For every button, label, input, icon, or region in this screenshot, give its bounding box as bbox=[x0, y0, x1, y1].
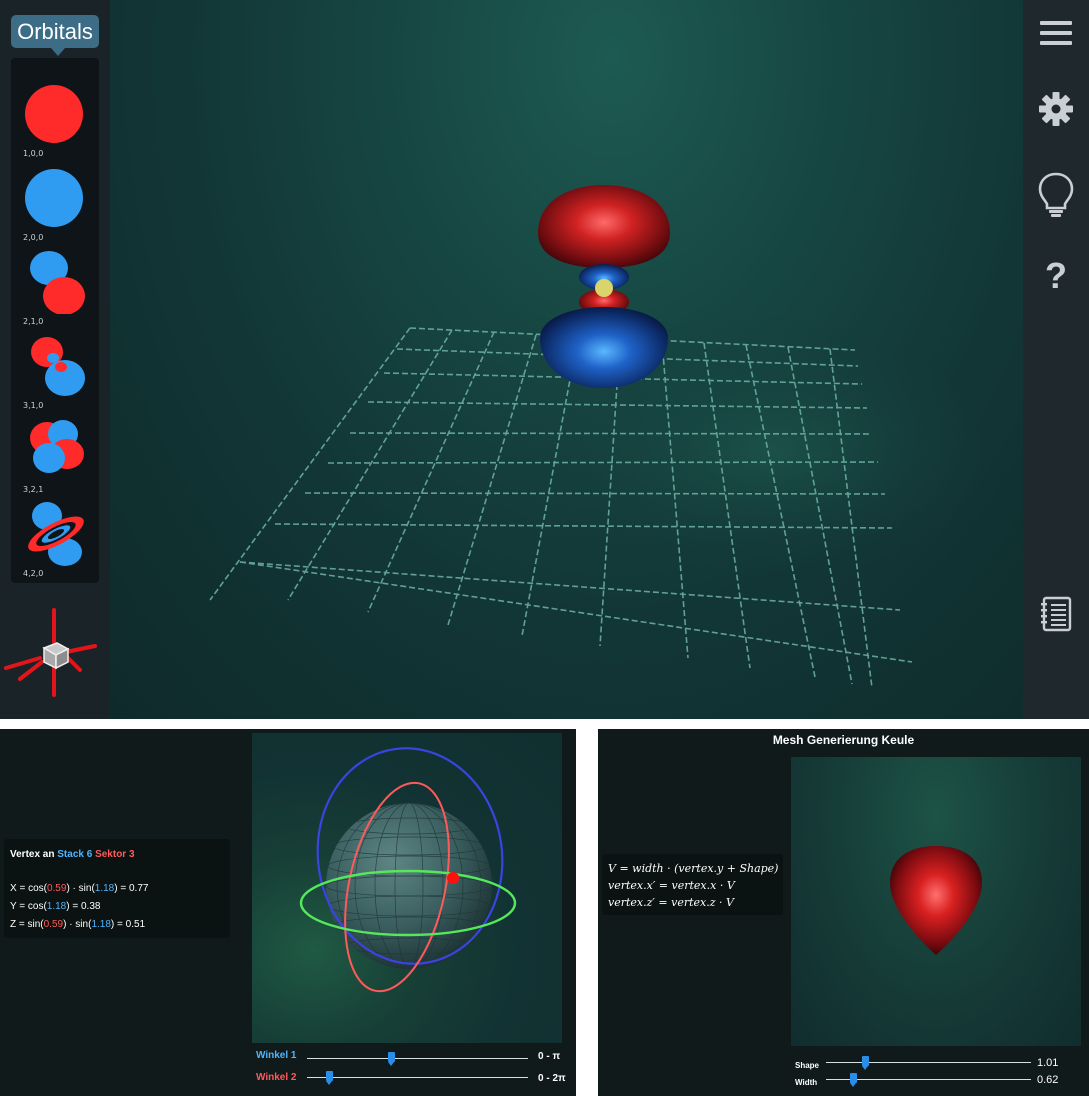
orbital-label: 3,2,1 bbox=[23, 485, 44, 494]
vertex-x-line: X = cos(0.59) · sin(1.18) = 0.77 bbox=[10, 883, 149, 894]
orbital-310-icon bbox=[31, 337, 85, 396]
formula-line: V = width · (vertex.y + Shape) bbox=[608, 862, 779, 875]
menu-button[interactable] bbox=[1036, 14, 1076, 54]
orbital-321-icon bbox=[30, 420, 84, 473]
lightbulb-icon bbox=[1038, 172, 1074, 217]
vertex-z-line: Z = sin(0.59) · sin(1.18) = 0.51 bbox=[10, 919, 146, 930]
winkel1-range: 0 - π bbox=[538, 1051, 561, 1062]
orbital-200-icon bbox=[25, 169, 83, 227]
winkel1-thumb[interactable] bbox=[387, 1052, 395, 1066]
orbital-viewer: Orbitals 1,0,0 2,0,0 2,1,0 3,1,0 3,2,1 4… bbox=[0, 0, 1089, 719]
shape-track[interactable] bbox=[826, 1062, 1031, 1063]
sphere-scene bbox=[299, 747, 517, 993]
winkel2-track[interactable] bbox=[307, 1077, 528, 1078]
winkel2-slider[interactable]: Winkel 2 0 - 2π bbox=[256, 1071, 571, 1088]
panel-title: Mesh Generierung Keule bbox=[772, 733, 915, 747]
orbital-label: 2,1,0 bbox=[23, 317, 44, 326]
winkel1-track[interactable] bbox=[307, 1058, 528, 1059]
vertex-stack: Stack 6 bbox=[57, 849, 93, 860]
orbital-label: 2,0,0 bbox=[23, 233, 44, 242]
width-track[interactable] bbox=[826, 1079, 1031, 1080]
orbital-3d-model bbox=[538, 185, 670, 388]
orbital-item-3-2-1[interactable]: 3,2,1 bbox=[11, 414, 99, 496]
help-icon: ? bbox=[1045, 255, 1067, 296]
orbitals-tab[interactable]: Orbitals bbox=[11, 15, 99, 56]
vertex-marker bbox=[447, 872, 459, 884]
scene bbox=[209, 185, 980, 689]
notebook-icon bbox=[1041, 596, 1072, 632]
winkel2-thumb[interactable] bbox=[326, 1071, 334, 1085]
vertex-sector: Sektor 3 bbox=[95, 849, 135, 860]
width-slider[interactable]: Width 0.62 bbox=[795, 1073, 1085, 1090]
orbital-100-icon bbox=[25, 85, 83, 143]
orbital-item-1-0-0[interactable]: 1,0,0 bbox=[11, 78, 99, 160]
formula-box: V = width · (vertex.y + Shape) vertex.x′… bbox=[602, 854, 783, 915]
vertex-y-line: Y = cos(1.18) = 0.38 bbox=[10, 901, 101, 912]
width-value: 0.62 bbox=[1037, 1074, 1059, 1086]
width-thumb[interactable] bbox=[849, 1073, 857, 1087]
3d-viewport[interactable] bbox=[110, 0, 1023, 719]
orbital-label: 1,0,0 bbox=[23, 149, 44, 158]
orbital-item-4-2-0[interactable]: 4,2,0 bbox=[11, 498, 99, 580]
shape-slider[interactable]: Shape 1.01 bbox=[795, 1056, 1085, 1073]
axis-gizmo[interactable] bbox=[0, 600, 110, 700]
orbital-item-2-1-0[interactable]: 2,1,0 bbox=[11, 246, 99, 328]
menu-icon bbox=[1040, 21, 1072, 45]
orbital-label: 3,1,0 bbox=[23, 401, 44, 410]
orbital-item-2-0-0[interactable]: 2,0,0 bbox=[11, 162, 99, 244]
tool-sidebar: ? bbox=[1023, 0, 1089, 719]
shape-value: 1.01 bbox=[1037, 1057, 1059, 1069]
axis-gizmo-icon bbox=[4, 608, 97, 697]
notes-button[interactable] bbox=[1036, 594, 1076, 634]
winkel1-label: Winkel 1 bbox=[256, 1050, 297, 1061]
orbital-label: 4,2,0 bbox=[23, 569, 44, 578]
orbital-420-icon bbox=[28, 502, 84, 566]
shape-thumb[interactable] bbox=[861, 1056, 869, 1070]
settings-button[interactable] bbox=[1036, 89, 1076, 129]
formula-line: vertex.z′ = vertex.z · V bbox=[608, 896, 734, 909]
hint-button[interactable] bbox=[1036, 171, 1076, 219]
lobe-viewport[interactable] bbox=[791, 757, 1081, 1046]
orbital-list: 1,0,0 2,0,0 2,1,0 3,1,0 3,2,1 4,2,0 bbox=[11, 58, 99, 583]
winkel2-range: 0 - 2π bbox=[538, 1073, 566, 1084]
vertex-info-box: Vertex an Stack 6 Sektor 3 X = cos(0.59)… bbox=[4, 839, 230, 938]
formula-line: vertex.x′ = vertex.x · V bbox=[608, 879, 735, 892]
vertex-demo-panel: Vertex an Stack 6 Sektor 3 X = cos(0.59)… bbox=[0, 729, 576, 1096]
vertex-title-prefix: Vertex an bbox=[10, 849, 55, 860]
width-label: Width bbox=[795, 1078, 818, 1087]
gear-icon bbox=[1039, 92, 1073, 126]
help-button[interactable]: ? bbox=[1036, 256, 1076, 296]
orbital-210-icon bbox=[30, 251, 85, 314]
orbital-item-3-1-0[interactable]: 3,1,0 bbox=[11, 330, 99, 412]
shape-label: Shape bbox=[795, 1061, 820, 1070]
vertex-title: Vertex an Stack 6 Sektor 3 bbox=[10, 849, 135, 860]
mesh-demo-panel: Mesh Generierung Keule V = width · (vert… bbox=[598, 729, 1089, 1096]
winkel2-label: Winkel 2 bbox=[256, 1072, 297, 1083]
lobe-scene bbox=[890, 846, 982, 955]
winkel1-slider[interactable]: Winkel 1 0 - π bbox=[256, 1050, 571, 1066]
orbital-sidebar: Orbitals 1,0,0 2,0,0 2,1,0 3,1,0 3,2,1 4… bbox=[0, 0, 110, 719]
sphere-viewport[interactable] bbox=[252, 733, 562, 1043]
